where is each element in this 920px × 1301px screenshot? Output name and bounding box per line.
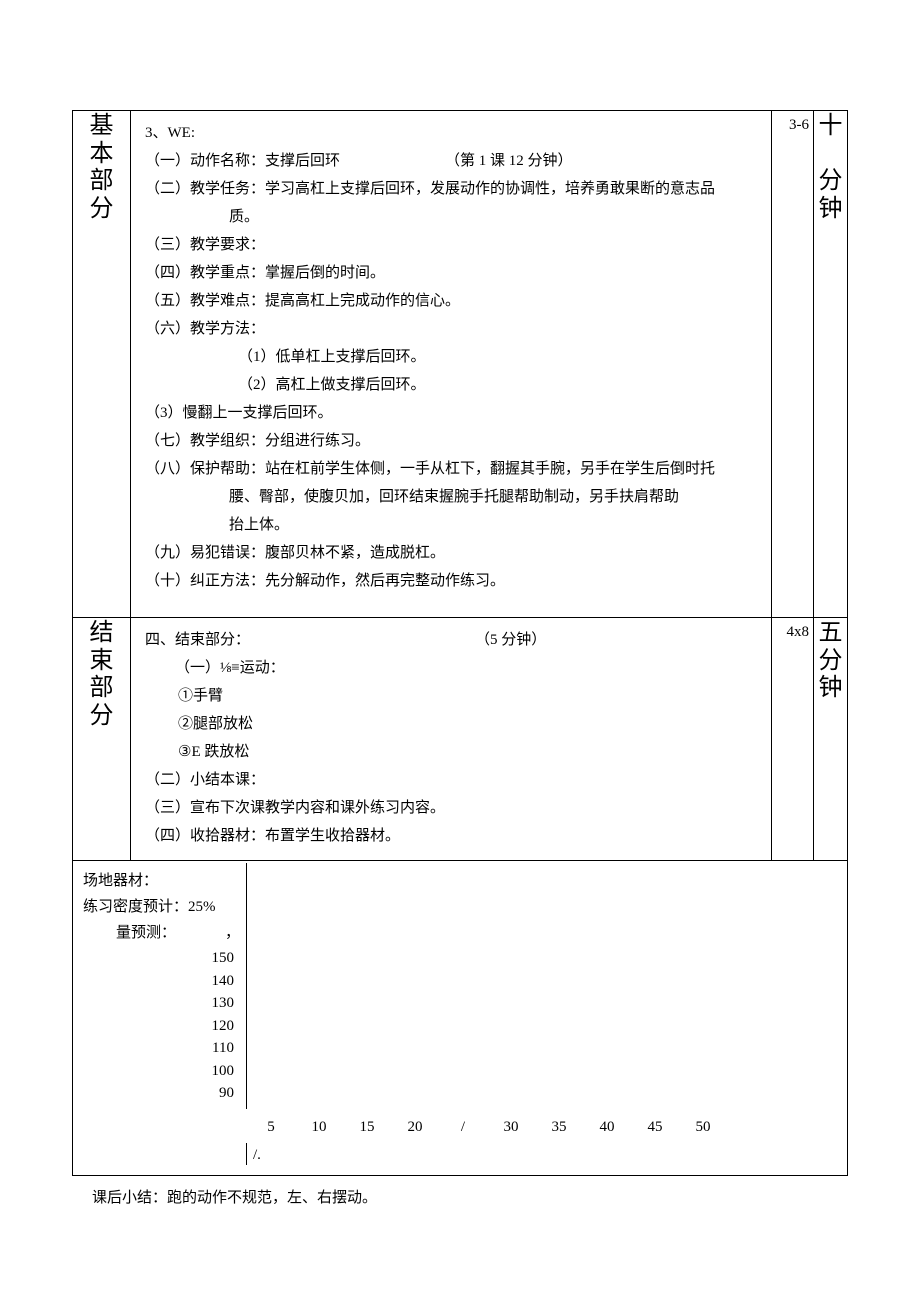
text: 四、结束部分： bbox=[145, 628, 475, 652]
post-class-summary: 课后小结：跑的动作不规范，左、右摆动。 bbox=[72, 1176, 848, 1210]
char: 部 bbox=[77, 675, 126, 703]
chart-x-axis: 5 10 15 20 / 30 35 40 45 50 bbox=[247, 1109, 843, 1143]
text: （5 分钟） bbox=[475, 628, 546, 652]
line: （二）教学任务：学习高杠上支撑后回环，发展动作的协调性，培养勇敢果断的意志品 bbox=[145, 177, 761, 201]
char: 结 bbox=[77, 620, 126, 648]
line: 3、WE: bbox=[145, 121, 761, 145]
char: 分 bbox=[77, 196, 126, 224]
line: 质。 bbox=[145, 205, 761, 229]
line: （九）易犯错误：腹部贝林不紧，造成脱杠。 bbox=[145, 541, 761, 565]
line: （1）低单杠上支撑后回环。 bbox=[145, 345, 761, 369]
y-tick: 150 bbox=[83, 947, 234, 970]
char bbox=[818, 141, 843, 169]
line: （二）小结本课： bbox=[145, 768, 761, 792]
x-tick: 5 bbox=[247, 1115, 295, 1139]
char: 分 bbox=[77, 703, 126, 731]
chart-x-axis-caption: /. bbox=[77, 1143, 843, 1173]
text: ， bbox=[225, 921, 240, 945]
x-tick: 50 bbox=[679, 1115, 727, 1139]
row-basic: 基 本 部 分 3、WE: （一）动作名称：支撑后回环 （第 1 课 12 分钟… bbox=[73, 111, 848, 618]
section-label-basic: 基 本 部 分 bbox=[73, 111, 131, 618]
line: （2）高杠上做支撑后回环。 bbox=[145, 373, 761, 397]
line: （七）教学组织：分组进行练习。 bbox=[145, 429, 761, 453]
line: （八）保护帮助：站在杠前学生体侧，一手从杠下，翻握其手腕，另手在学生后倒时托 bbox=[145, 457, 761, 481]
text: （第 1 课 12 分钟） bbox=[445, 149, 573, 173]
char: 本 bbox=[77, 141, 126, 169]
section-label-end: 结 束 部 分 bbox=[73, 618, 131, 861]
content-end: 四、结束部分： （5 分钟） （一）⅛≡运动： ①手臂 ②腿部放松 ③E 跌放松… bbox=[131, 618, 772, 861]
y-tick: 130 bbox=[83, 992, 234, 1015]
line: 抬上体。 bbox=[145, 513, 761, 537]
y-tick: 110 bbox=[83, 1037, 234, 1060]
x-tick: 30 bbox=[487, 1115, 535, 1139]
line: （四）教学重点：掌握后倒的时间。 bbox=[145, 261, 761, 285]
count-end: 4x8 bbox=[772, 618, 814, 861]
site-equipment: 场地器材： bbox=[83, 869, 240, 893]
y-tick: 120 bbox=[83, 1015, 234, 1038]
x-tick: 10 bbox=[295, 1115, 343, 1139]
line: （十）纠正方法：先分解动作，然后再完整动作练习。 bbox=[145, 569, 761, 593]
char: 十 bbox=[818, 113, 843, 141]
chart-plot-area bbox=[247, 863, 843, 1109]
line: （五）教学难点：提高高杠上完成动作的信心。 bbox=[145, 289, 761, 313]
text: （一）动作名称：支撑后回环 bbox=[145, 149, 445, 173]
x-tick: 40 bbox=[583, 1115, 631, 1139]
line: （六）教学方法： bbox=[145, 317, 761, 341]
line: （三）宣布下次课教学内容和课外练习内容。 bbox=[145, 796, 761, 820]
line: 腰、臀部，使腹贝加，回环结束握腕手托腿帮助制动，另手扶肩帮助 bbox=[145, 485, 761, 509]
x-tick: 15 bbox=[343, 1115, 391, 1139]
line: （三）教学要求： bbox=[145, 233, 761, 257]
count-basic: 3-6 bbox=[772, 111, 814, 618]
line: （一）⅛≡运动： bbox=[145, 656, 761, 680]
x-tick: / bbox=[439, 1115, 487, 1139]
char: 钟 bbox=[818, 196, 843, 224]
char: 基 bbox=[77, 113, 126, 141]
line: ③E 跌放松 bbox=[145, 740, 761, 764]
line: （3）慢翻上一支撑后回环。 bbox=[145, 401, 761, 425]
content-basic: 3、WE: （一）动作名称：支撑后回环 （第 1 课 12 分钟） （二）教学任… bbox=[131, 111, 772, 618]
row-end: 结 束 部 分 四、结束部分： （5 分钟） （一）⅛≡运动： ①手臂 ②腿部放… bbox=[73, 618, 848, 861]
practice-density: 练习密度预计：25% bbox=[83, 895, 240, 919]
line: （四）收拾器材：布置学生收拾器材。 bbox=[145, 824, 761, 848]
y-tick: 140 bbox=[83, 970, 234, 993]
chart-y-axis: 150 140 130 120 110 100 90 bbox=[83, 947, 240, 1105]
char: 钟 bbox=[818, 675, 843, 703]
time-basic: 十 分 钟 bbox=[814, 111, 848, 618]
y-tick: 100 bbox=[83, 1060, 234, 1083]
footer-left: 场地器材： 练习密度预计：25% 量预测： ， 150 140 130 120 … bbox=[77, 863, 247, 1109]
char: 分 bbox=[818, 648, 843, 676]
chart-cell: 场地器材： 练习密度预计：25% 量预测： ， 150 140 130 120 … bbox=[73, 861, 848, 1176]
x-tick: 35 bbox=[535, 1115, 583, 1139]
line: 四、结束部分： （5 分钟） bbox=[145, 628, 761, 652]
x-caption: /. bbox=[247, 1143, 261, 1173]
x-tick: 45 bbox=[631, 1115, 679, 1139]
line: （一）动作名称：支撑后回环 （第 1 课 12 分钟） bbox=[145, 149, 761, 173]
char: 部 bbox=[77, 168, 126, 196]
x-tick: 20 bbox=[391, 1115, 439, 1139]
load-forecast: 量预测： ， bbox=[83, 921, 240, 945]
y-tick: 90 bbox=[83, 1082, 234, 1105]
char: 束 bbox=[77, 648, 126, 676]
char: 分 bbox=[818, 168, 843, 196]
line: ②腿部放松 bbox=[145, 712, 761, 736]
chart-x-axis-row: 5 10 15 20 / 30 35 40 45 50 bbox=[77, 1109, 843, 1143]
line: ①手臂 bbox=[145, 684, 761, 708]
char: 五 bbox=[818, 620, 843, 648]
row-chart: 场地器材： 练习密度预计：25% 量预测： ， 150 140 130 120 … bbox=[73, 861, 848, 1176]
text: 量预测： bbox=[116, 921, 176, 945]
time-end: 五 分 钟 bbox=[814, 618, 848, 861]
lesson-plan-table: 基 本 部 分 3、WE: （一）动作名称：支撑后回环 （第 1 课 12 分钟… bbox=[72, 110, 848, 1176]
